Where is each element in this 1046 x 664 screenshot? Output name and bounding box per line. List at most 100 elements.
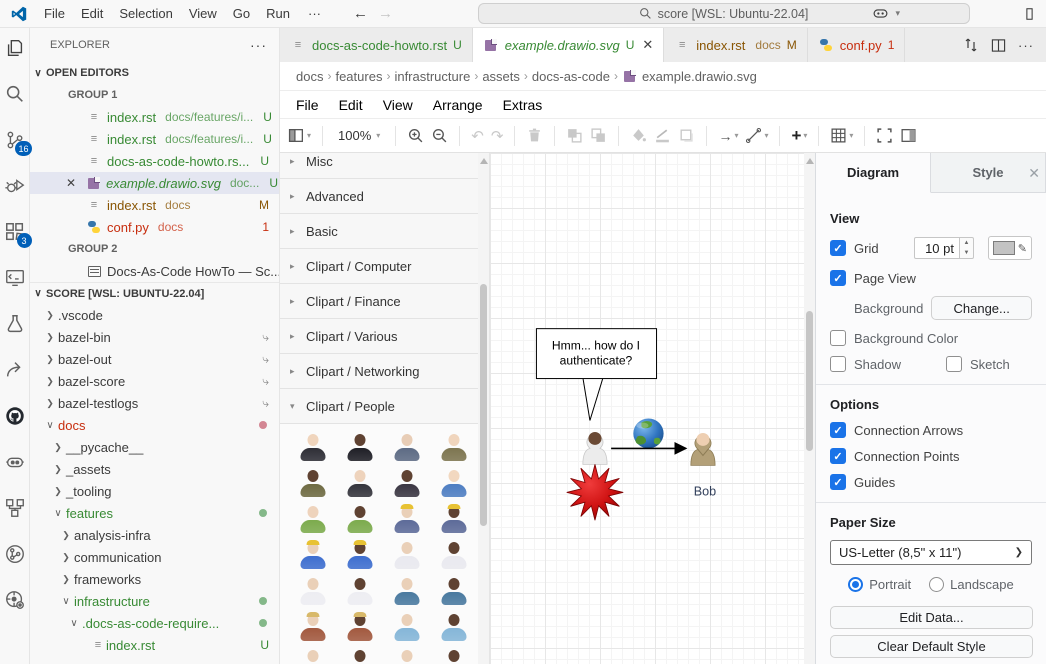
close-icon[interactable]: ✕ (642, 37, 653, 53)
scroll-up-icon[interactable] (480, 158, 488, 164)
open-editor-item[interactable]: Docs-As-Code HowTo — Sc... (30, 260, 279, 282)
menu-view[interactable]: View (181, 4, 225, 23)
person-shape[interactable] (438, 468, 470, 498)
format-panel-toggle-icon[interactable] (900, 127, 917, 144)
person-shape[interactable] (391, 612, 423, 642)
activity-containers-icon[interactable] (3, 496, 27, 520)
nav-back-icon[interactable]: ← (353, 5, 368, 22)
open-editor-item[interactable]: ≡index.rstdocs/features/i...U (30, 128, 279, 150)
menu-file[interactable]: File (36, 4, 73, 23)
person-shape[interactable] (391, 432, 423, 462)
person-shape[interactable] (297, 612, 329, 642)
tree-item--vscode[interactable]: ❯.vscode (30, 304, 279, 326)
drawio-menu-extras[interactable]: Extras (493, 95, 553, 115)
person-shape[interactable] (438, 612, 470, 642)
tree-item--tooling[interactable]: ❯_tooling (30, 480, 279, 502)
tree-item-index-rst[interactable]: ≡index.rstU (30, 634, 279, 656)
orientation-portrait[interactable]: Portrait (848, 577, 911, 592)
tree-item-communication[interactable]: ❯communication (30, 546, 279, 568)
close-icon[interactable]: ✕ (66, 176, 76, 190)
tree-item--pycache-[interactable]: ❯__pycache__ (30, 436, 279, 458)
drawio-menu-file[interactable]: File (286, 95, 329, 115)
activity-copilot-icon[interactable] (3, 450, 27, 474)
palette-section-clipart-networking[interactable]: ▸Clipart / Networking (280, 354, 489, 389)
page-view-checkbox[interactable]: ✓ (830, 270, 846, 286)
copilot-icon[interactable] (872, 5, 889, 22)
tab-example-drawio-svg[interactable]: example.drawio.svgU✕ (473, 28, 664, 62)
landscape-radio[interactable] (929, 577, 944, 592)
clear-default-style-button[interactable]: Clear Default Style (830, 635, 1033, 658)
palette-section-advanced[interactable]: ▸Advanced (280, 179, 489, 214)
person-shape[interactable] (297, 540, 329, 570)
drawio-menu-view[interactable]: View (373, 95, 423, 115)
tab-index-rst[interactable]: ≡index.rstdocsM (664, 28, 808, 62)
tree-item-bazel-score[interactable]: ❯bazel-score⤷ (30, 370, 279, 392)
person-shape[interactable] (297, 576, 329, 606)
tree-item-features[interactable]: ∨features (30, 502, 279, 524)
zoom-level-dropdown[interactable]: 100%▾ (334, 128, 384, 143)
person-shape[interactable] (438, 504, 470, 534)
tree-item-docs[interactable]: ∨docs (30, 414, 279, 436)
insert-icon[interactable]: +▾ (791, 126, 807, 146)
activity-source-control-icon[interactable]: 16 (3, 128, 27, 152)
drawio-menu-edit[interactable]: Edit (329, 95, 373, 115)
breadcrumb-item-features[interactable]: features (335, 69, 382, 84)
activity-testing-icon[interactable] (3, 312, 27, 336)
menu-overflow[interactable]: ··· (300, 4, 329, 23)
menu-edit[interactable]: Edit (73, 4, 111, 23)
person-shape[interactable] (391, 504, 423, 534)
person-shape[interactable] (391, 468, 423, 498)
person-shape[interactable] (297, 504, 329, 534)
menu-selection[interactable]: Selection (111, 4, 180, 23)
activity-github-icon[interactable] (3, 404, 27, 428)
toggle-panels-icon[interactable]: ▾ (288, 127, 311, 144)
palette-section-clipart-people[interactable]: ▾Clipart / People (280, 389, 489, 424)
fullscreen-icon[interactable] (876, 127, 893, 144)
sketch-checkbox[interactable] (946, 356, 962, 372)
breadcrumb-item-example.drawio.svg[interactable]: example.drawio.svg (642, 69, 757, 84)
open-editor-item[interactable]: ≡docs-as-code-howto.rs...U (30, 150, 279, 172)
format-tab-diagram[interactable]: Diagram (816, 153, 931, 193)
palette-section-clipart-various[interactable]: ▸Clipart / Various (280, 319, 489, 354)
table-icon[interactable]: ▾ (830, 127, 853, 144)
person-shape[interactable] (344, 540, 376, 570)
activity-search-icon[interactable] (3, 82, 27, 106)
activity-live-share-icon[interactable] (3, 358, 27, 382)
tab-conf-py[interactable]: conf.py1 (808, 28, 906, 62)
diagram-canvas[interactable]: Hmm... how do I authenticate? (490, 153, 815, 664)
person-shape[interactable] (297, 432, 329, 462)
zoom-out-icon[interactable] (431, 127, 448, 144)
person-shape[interactable] (438, 648, 470, 664)
portrait-radio[interactable] (848, 577, 863, 592)
guides-checkbox[interactable]: ✓ (830, 474, 846, 490)
person-shape[interactable] (438, 540, 470, 570)
breadcrumb[interactable]: docs›features›infrastructure›assets›docs… (280, 62, 1046, 90)
grid-checkbox[interactable]: ✓ (830, 240, 846, 256)
open-editor-item[interactable]: ✕example.drawio.svgdoc...U (30, 172, 279, 194)
tree-item--assets[interactable]: ❯_assets (30, 458, 279, 480)
zoom-in-icon[interactable] (407, 127, 424, 144)
person-shape[interactable] (297, 468, 329, 498)
breadcrumb-item-assets[interactable]: assets (482, 69, 520, 84)
layout-panel-icon[interactable] (1026, 7, 1040, 21)
breadcrumb-item-infrastructure[interactable]: infrastructure (394, 69, 470, 84)
palette-scrollbar[interactable] (478, 153, 489, 664)
connection-points-checkbox[interactable]: ✓ (830, 448, 846, 464)
open-editor-item[interactable]: ≡index.rstdocs/features/i...U (30, 106, 279, 128)
background-color-checkbox[interactable] (830, 330, 846, 346)
breadcrumb-item-docs[interactable]: docs (296, 69, 323, 84)
person-shape[interactable] (391, 576, 423, 606)
paper-size-select[interactable]: US-Letter (8,5" x 11") ❯ (830, 540, 1032, 565)
breadcrumb-item-docs-as-code[interactable]: docs-as-code (532, 69, 610, 84)
palette-section-misc[interactable]: ▸Misc (280, 153, 489, 179)
person-shape[interactable] (344, 504, 376, 534)
drawio-menu-arrange[interactable]: Arrange (423, 95, 493, 115)
orientation-landscape[interactable]: Landscape (929, 577, 1014, 592)
canvas-scrollbar[interactable] (804, 153, 815, 664)
grid-size-stepper[interactable]: 10 pt ▲▼ (914, 237, 974, 259)
tree-item-frameworks[interactable]: ❯frameworks (30, 568, 279, 590)
background-change-button[interactable]: Change... (931, 296, 1032, 320)
tree-item-bazel-testlogs[interactable]: ❯bazel-testlogs⤷ (30, 392, 279, 414)
connection-style-icon[interactable]: ▾ (745, 127, 768, 144)
more-actions-icon[interactable]: ··· (1018, 38, 1034, 53)
